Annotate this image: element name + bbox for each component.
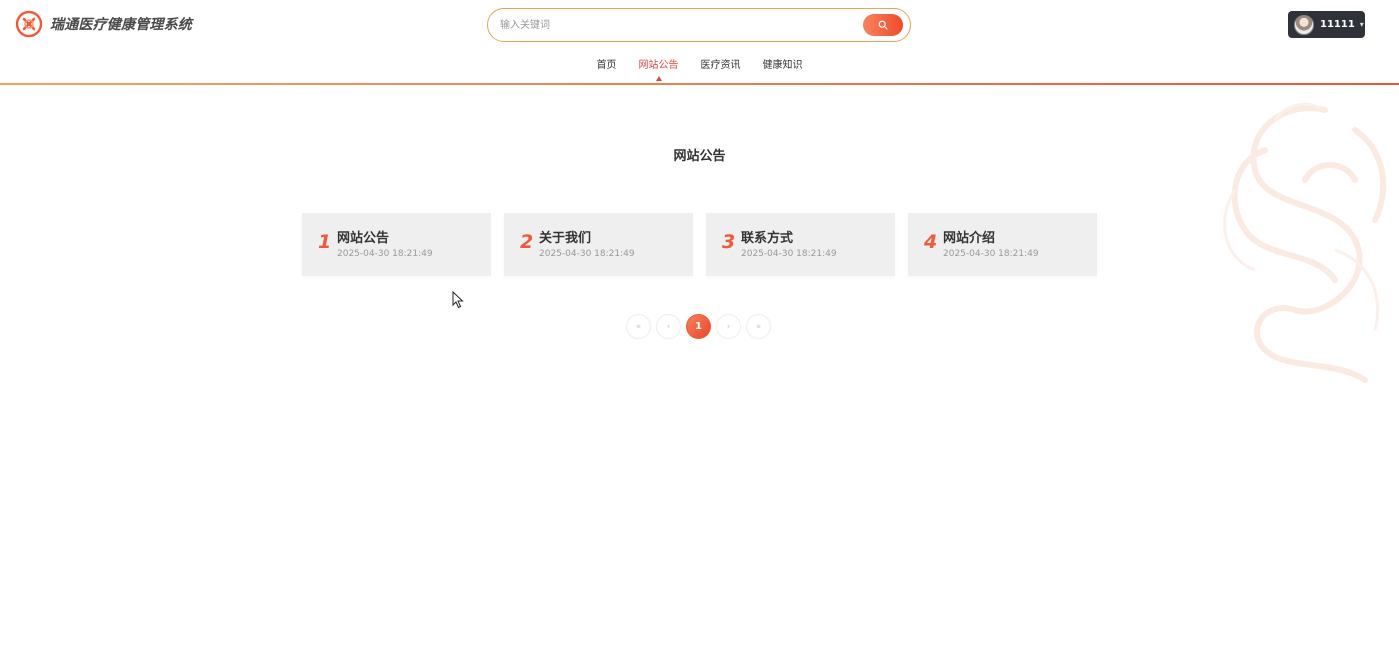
search-button[interactable] [863,14,903,36]
announcement-card[interactable]: 4 网站介绍 2025-04-30 18:21:49 [908,213,1097,276]
nav-item-label: 网站公告 [638,60,679,71]
search-icon [878,20,888,30]
card-number: 3 [722,231,736,253]
main-nav: 首页 网站公告 医疗资讯 健康知识 [0,56,1399,81]
search-bar [487,8,911,42]
user-name: 11111 [1320,19,1355,30]
card-title: 联系方式 [741,231,794,246]
nav-item-home[interactable]: 首页 [597,56,617,78]
card-date: 2025-04-30 18:21:49 [943,249,1039,259]
prev-page-button[interactable]: ‹ [656,314,681,339]
announcement-card[interactable]: 1 网站公告 2025-04-30 18:21:49 [302,213,491,276]
first-page-button[interactable]: « [626,314,651,339]
logo[interactable]: 瑞通医疗健康管理系统 [15,10,192,38]
card-title: 关于我们 [539,231,592,246]
nav-item-medical-news[interactable]: 医疗资讯 [701,56,741,78]
card-date: 2025-04-30 18:21:49 [539,249,635,259]
announcement-card[interactable]: 2 关于我们 2025-04-30 18:21:49 [504,213,693,276]
pagination: « ‹ 1 › » [626,314,776,339]
chevron-down-icon: ▾ [1359,20,1364,29]
card-date: 2025-04-30 18:21:49 [337,249,433,259]
announcement-card[interactable]: 3 联系方式 2025-04-30 18:21:49 [706,213,895,276]
user-menu-button[interactable]: 11111 ▾ [1288,11,1365,38]
mouse-cursor-icon [452,291,464,309]
dragon-watermark [1223,102,1387,383]
page-button-current[interactable]: 1 [686,314,711,339]
card-title: 网站介绍 [943,231,996,246]
nav-divider [0,83,1399,85]
next-page-button[interactable]: › [716,314,741,339]
card-number: 1 [318,231,332,253]
card-date: 2025-04-30 18:21:49 [741,249,837,259]
medical-cross-heart-icon [15,10,43,38]
app-title: 瑞通医疗健康管理系统 [50,17,192,33]
header: 瑞通医疗健康管理系统 11111 ▾ 首页 网站公告 医疗资讯 健康知识 [0,0,1399,86]
announcement-list: 1 网站公告 2025-04-30 18:21:49 2 关于我们 2025-0… [302,213,1110,276]
last-page-button[interactable]: » [746,314,771,339]
card-number: 2 [520,231,534,253]
card-number: 4 [924,231,938,253]
avatar [1294,14,1314,35]
search-input[interactable] [500,16,850,34]
card-title: 网站公告 [337,231,390,246]
active-indicator-icon [655,76,662,81]
nav-item-announcements[interactable]: 网站公告 [638,56,679,81]
page-title: 网站公告 [673,149,726,164]
nav-item-health-knowledge[interactable]: 健康知识 [763,56,803,78]
